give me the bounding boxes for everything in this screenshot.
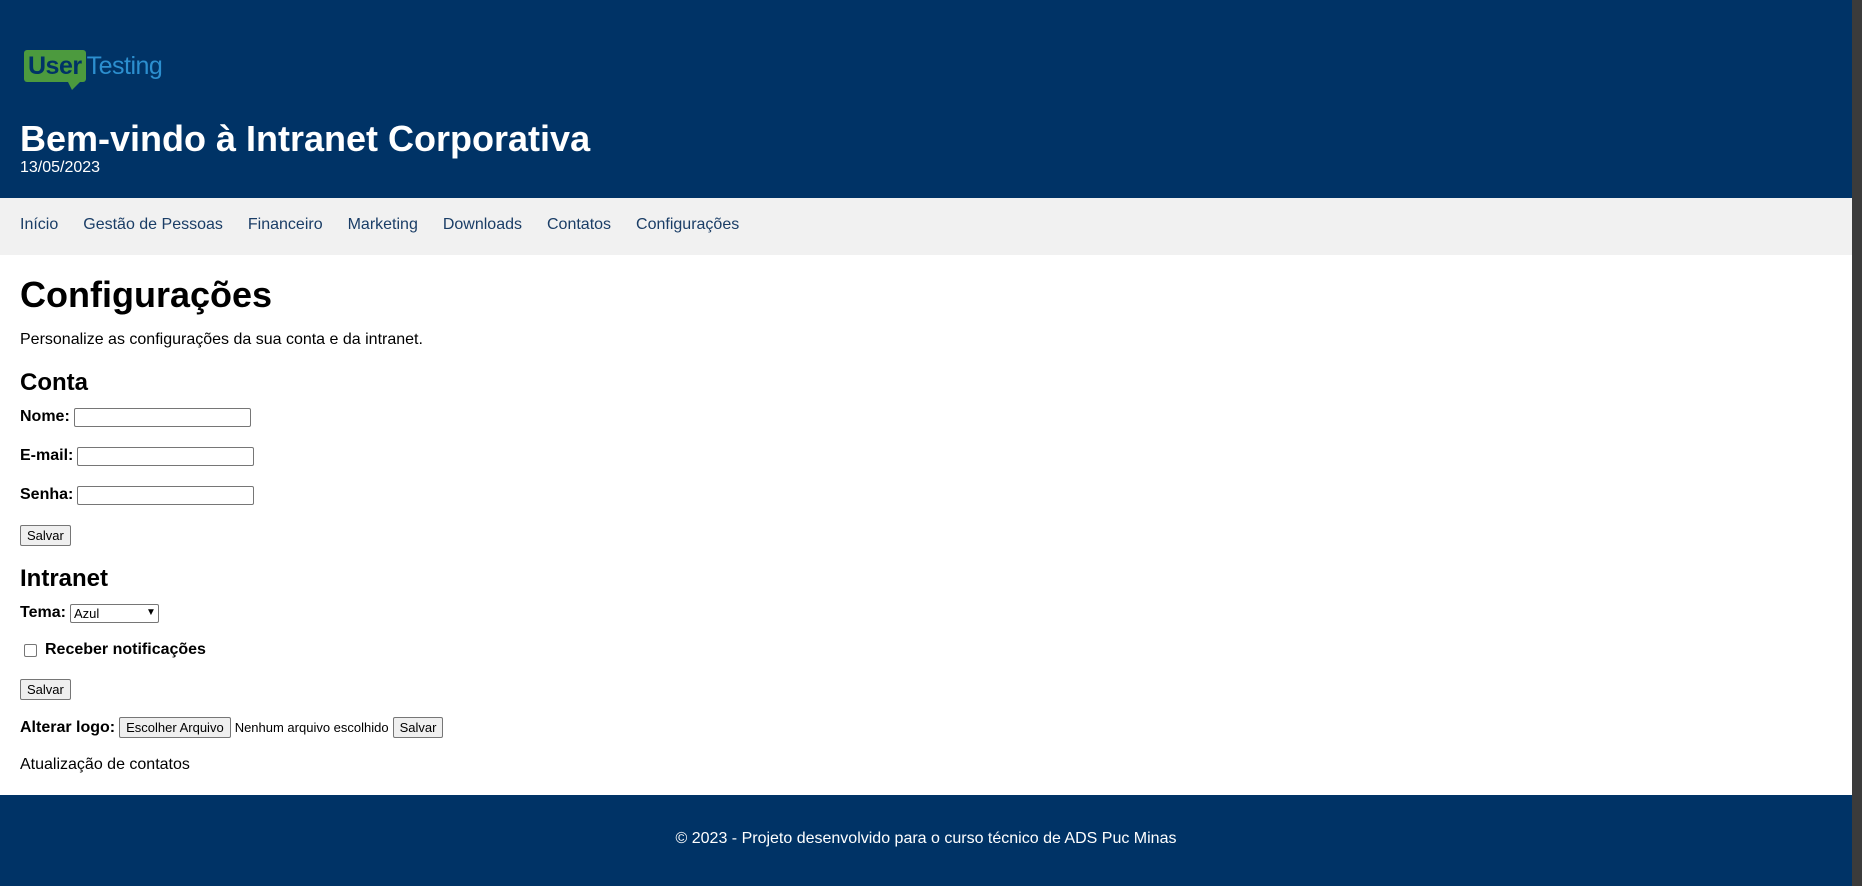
nav-item-marketing[interactable]: Marketing — [348, 216, 418, 233]
nav-item-inicio[interactable]: Início — [20, 216, 58, 233]
intranet-section-title: Intranet — [20, 565, 109, 592]
logo-change-label: Alterar logo: — [20, 718, 116, 736]
name-row: Nome: — [20, 407, 251, 427]
account-save-row: Salvar — [20, 525, 71, 546]
password-label: Senha: — [20, 486, 74, 503]
choose-file-button[interactable]: Escolher Arquivo — [119, 717, 231, 738]
theme-row: Tema: Azul ▼ — [20, 603, 159, 623]
email-input[interactable] — [77, 446, 255, 466]
site-footer: © 2023 - Projeto desenvolvido para o cur… — [0, 795, 1852, 886]
window-edge — [1852, 0, 1862, 886]
intranet-save-row: Salvar — [20, 679, 71, 700]
chevron-down-icon: ▼ — [146, 607, 156, 618]
logo-change-row: Alterar logo: Escolher Arquivo Nenhum ar… — [20, 717, 444, 738]
theme-select[interactable]: Azul ▼ — [69, 603, 159, 623]
account-section-title: Conta — [20, 369, 88, 396]
account-save-button[interactable]: Salvar — [20, 525, 71, 546]
nav-item-downloads[interactable]: Downloads — [443, 216, 522, 233]
current-date: 13/05/2023 — [20, 159, 101, 176]
password-input[interactable] — [77, 485, 255, 505]
nav-item-gestao-de-pessoas[interactable]: Gestão de Pessoas — [83, 216, 223, 233]
nav-item-financeiro[interactable]: Financeiro — [248, 216, 323, 233]
notifications-label: Receber notificações — [45, 641, 206, 658]
email-label: E-mail: — [20, 447, 74, 464]
main-nav: Início Gestão de Pessoas Financeiro Mark… — [0, 198, 1852, 255]
site-header: User Testing Bem-vindo à Intranet Corpor… — [0, 0, 1852, 198]
email-row: E-mail: — [20, 446, 255, 466]
file-status-text: Nenhum arquivo escolhido — [234, 720, 389, 735]
nav-item-contatos[interactable]: Contatos — [547, 216, 611, 233]
logo-user-part: User — [24, 50, 86, 90]
theme-label: Tema: — [20, 604, 66, 621]
page: User Testing Bem-vindo à Intranet Corpor… — [0, 0, 1852, 886]
theme-selected-value: Azul — [73, 605, 100, 621]
notifications-row: Receber notificações — [20, 640, 210, 660]
name-label: Nome: — [20, 408, 70, 425]
logo-testing-part: Testing — [86, 52, 163, 80]
usertesting-logo: User Testing — [24, 50, 163, 90]
footer-text: © 2023 - Projeto desenvolvido para o cur… — [675, 830, 1177, 847]
page-description: Personalize as configurações da sua cont… — [20, 331, 423, 348]
notifications-checkbox[interactable] — [24, 643, 37, 657]
contacts-update-text: Atualização de contatos — [20, 756, 190, 773]
intranet-save-button[interactable]: Salvar — [20, 679, 71, 700]
name-input[interactable] — [73, 407, 251, 427]
logo-save-button[interactable]: Salvar — [392, 717, 444, 738]
page-title: Configurações — [20, 274, 273, 315]
site-title: Bem-vindo à Intranet Corporativa — [20, 118, 591, 159]
password-row: Senha: — [20, 485, 255, 505]
nav-item-configuracoes[interactable]: Configurações — [636, 216, 739, 233]
